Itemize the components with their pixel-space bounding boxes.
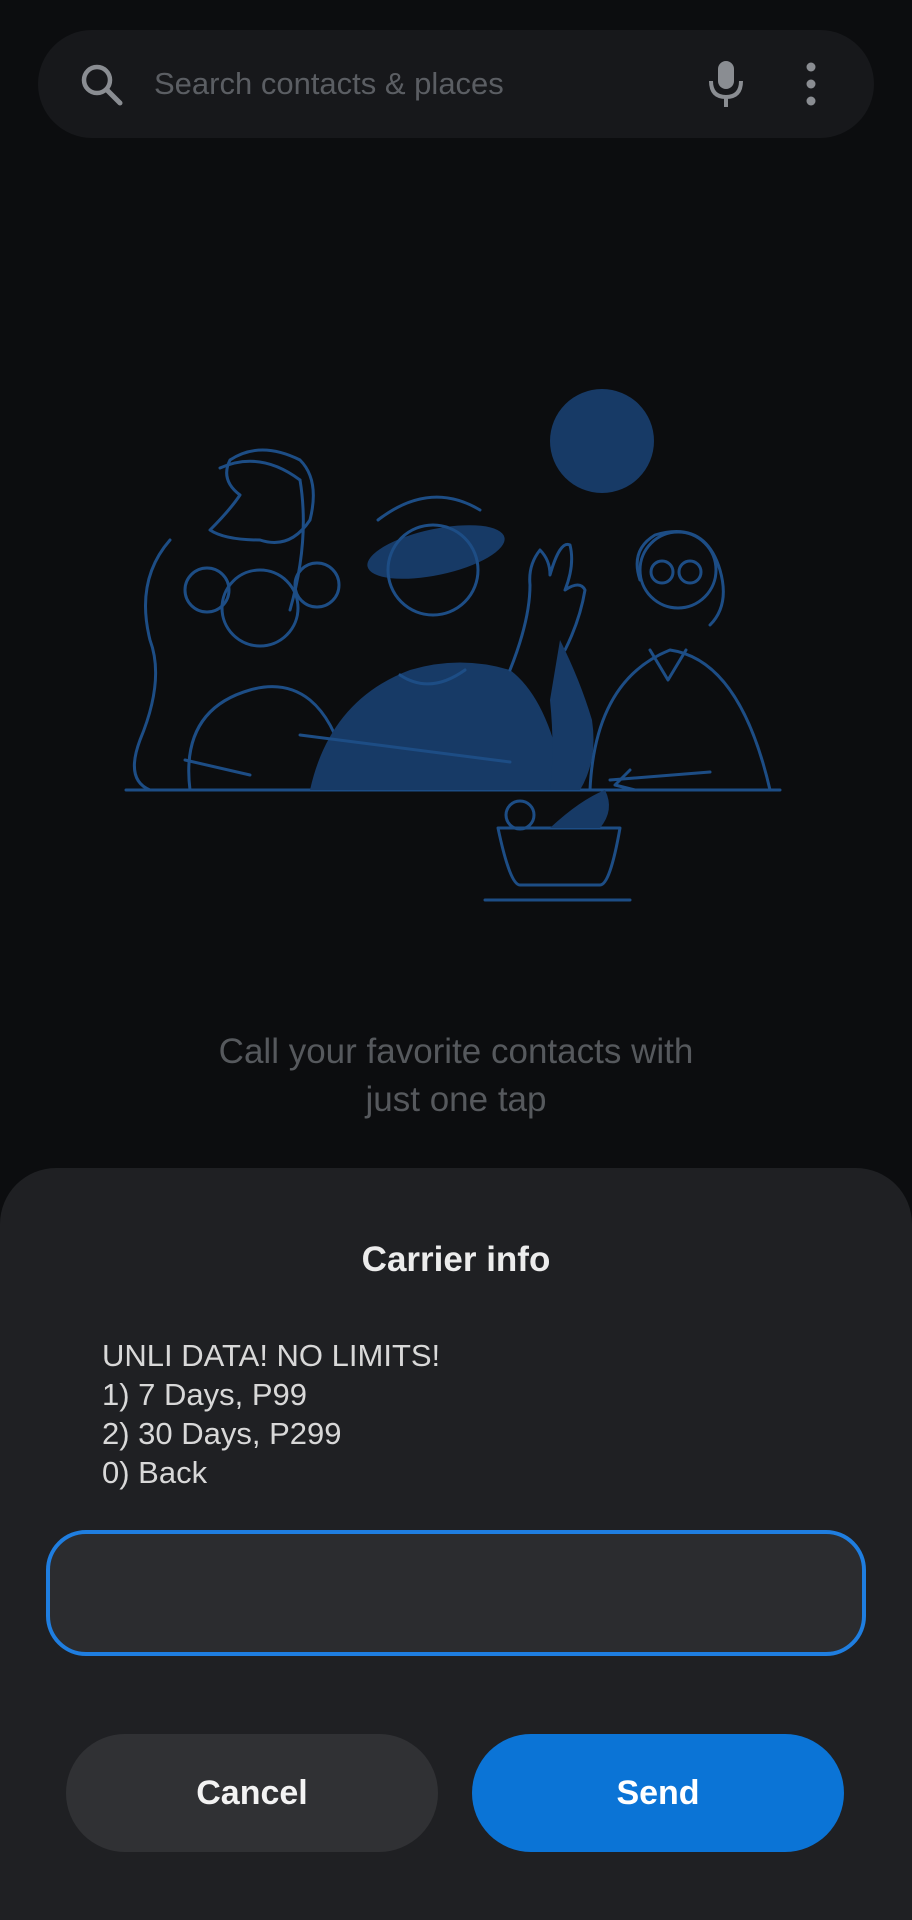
message-line: 2) 30 Days, P299 — [102, 1416, 342, 1451]
dialer-screen: Call your favorite contacts with just on… — [0, 0, 912, 1920]
dialog-message: UNLI DATA! NO LIMITS! 1) 7 Days, P99 2) … — [102, 1336, 440, 1492]
favorites-empty-message: Call your favorite contacts with just on… — [0, 1028, 912, 1124]
search-input[interactable] — [154, 66, 706, 102]
mic-icon[interactable] — [706, 59, 746, 109]
message-line: 1) 7 Days, P99 — [102, 1377, 308, 1412]
search-bar[interactable] — [38, 30, 874, 138]
message-line: 0) Back — [102, 1455, 208, 1490]
message-line: UNLI DATA! NO LIMITS! — [102, 1338, 441, 1373]
more-vert-icon[interactable] — [804, 62, 818, 106]
people-group-illustration — [124, 389, 782, 902]
carrier-info-dialog: Carrier info UNLI DATA! NO LIMITS! 1) 7 … — [0, 1168, 912, 1920]
favorites-empty-line-1: Call your favorite contacts with — [218, 1032, 694, 1071]
search-icon[interactable] — [78, 61, 124, 107]
dialog-title: Carrier info — [361, 1240, 551, 1279]
cancel-button[interactable]: Cancel — [66, 1734, 438, 1852]
ussd-reply-input[interactable] — [46, 1530, 866, 1656]
favorites-empty-line-2: just one tap — [365, 1080, 547, 1119]
send-button[interactable]: Send — [472, 1734, 844, 1852]
